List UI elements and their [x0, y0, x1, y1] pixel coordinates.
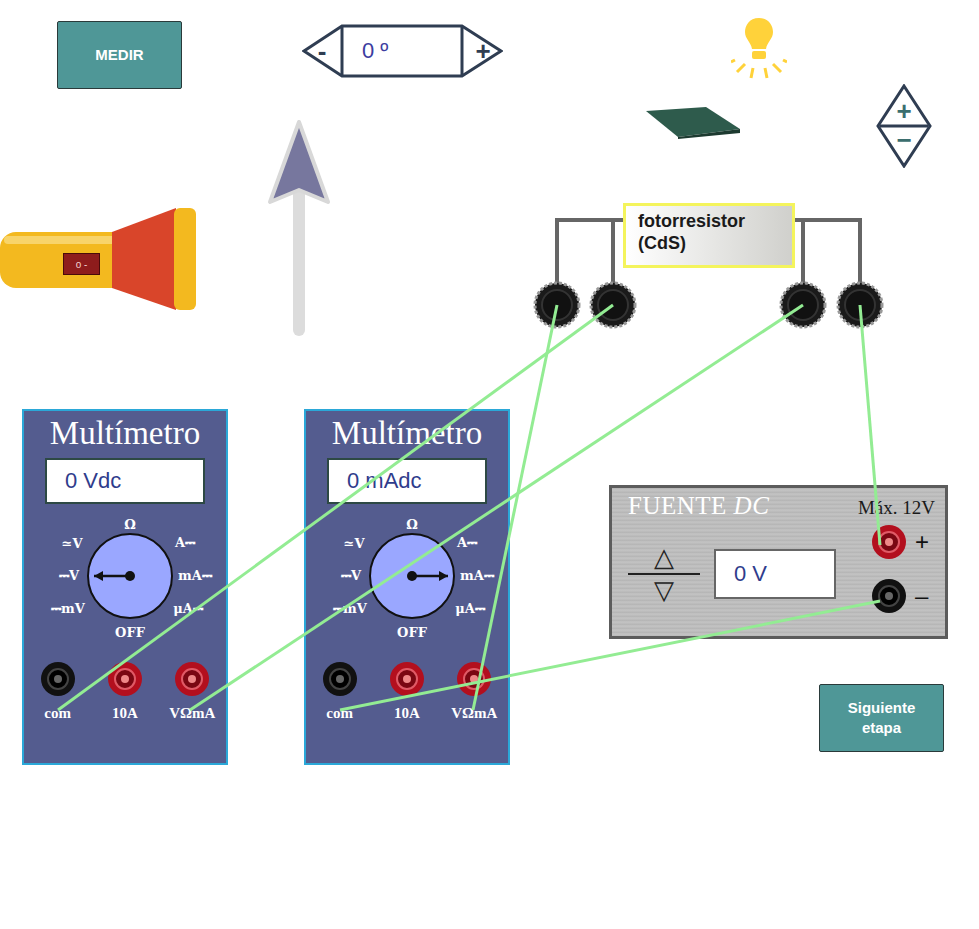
jack: com	[306, 661, 373, 722]
power-supply-title: FUENTE DC	[628, 492, 769, 520]
negative-label: –	[915, 582, 935, 610]
power-supply: FUENTE DC Máx. 12V △ ▽ 0 V + –	[609, 485, 948, 639]
voltage-down-button[interactable]: ▽	[654, 577, 674, 604]
lamp-plus-button[interactable]: +	[876, 98, 932, 124]
dial-knob-icon[interactable]	[364, 528, 460, 624]
jack-socket-icon[interactable]	[456, 661, 492, 697]
jack: 10A	[373, 661, 440, 722]
jack-socket-icon[interactable]	[322, 661, 358, 697]
jack: 10A	[91, 661, 158, 722]
measure-button[interactable]: MEDIR	[57, 21, 182, 89]
lamp-minus-button[interactable]: −	[876, 127, 932, 153]
jack-label: com	[44, 705, 71, 722]
jack-row: com 10A VΩmA	[24, 661, 226, 722]
angle-frame-icon	[302, 23, 503, 79]
power-supply-display: 0 V	[714, 549, 836, 599]
jack: VΩmA	[441, 661, 508, 722]
dial-position[interactable]: A⎓	[457, 535, 477, 551]
flashlight-switch[interactable]: o -	[63, 253, 100, 275]
dial-position[interactable]: A⎓	[175, 535, 195, 551]
multimeter-title: Multímetro	[50, 415, 200, 451]
multimeter: Multímetro 0 Vdc Ω A⎓ mA⎓ μA⎓ OFF ⎓mV ⎓V ≃V com 10A…	[22, 409, 228, 765]
negative-terminal-icon[interactable]	[871, 578, 907, 614]
wires	[0, 0, 979, 929]
dial-position[interactable]: μA⎓	[455, 601, 485, 617]
angle-control: -0 º+	[302, 23, 503, 79]
angle-minus-button[interactable]: -	[302, 36, 342, 67]
dial-position[interactable]: OFF	[397, 625, 427, 640]
photoresistor-terminal-icon[interactable]	[591, 283, 635, 327]
jack-socket-icon[interactable]	[40, 661, 76, 697]
dial-position[interactable]: ⎓mV	[51, 601, 85, 617]
dial-position[interactable]: Ω	[124, 517, 136, 532]
diamond-frame-icon	[876, 84, 932, 168]
jack-label: 10A	[112, 705, 138, 722]
dial-knob-icon[interactable]	[82, 528, 178, 624]
dial-area: Ω A⎓ mA⎓ μA⎓ OFF ⎓mV ⎓V ≃V	[306, 510, 508, 655]
wire[interactable]	[860, 305, 880, 545]
voltage-up-button[interactable]: △	[654, 544, 674, 571]
lab-bench: MEDIR-0 º+o -+−fotorresistor(CdS)Multíme…	[0, 0, 979, 929]
wire[interactable]	[340, 601, 880, 710]
flashlight[interactable]: o -	[0, 206, 200, 312]
jack-socket-icon[interactable]	[107, 661, 143, 697]
dial-position[interactable]: ≃V	[62, 536, 83, 551]
light-bulb-icon	[731, 16, 787, 82]
dial-position[interactable]: ≃V	[344, 536, 365, 551]
multimeter-display: 0 Vdc	[45, 458, 205, 504]
dial-position[interactable]: μA⎓	[173, 601, 203, 617]
jack-socket-icon[interactable]	[389, 661, 425, 697]
jack-row: com 10A VΩmA	[306, 661, 508, 722]
photoresistor-terminal-icon[interactable]	[781, 283, 825, 327]
light-shade-icon[interactable]	[644, 105, 742, 139]
photoresistor: fotorresistor(CdS)	[623, 203, 795, 268]
dial-position[interactable]: ⎓mV	[333, 601, 367, 617]
jack-label: VΩmA	[169, 705, 215, 722]
photoresistor-terminal-icon[interactable]	[535, 283, 579, 327]
jack-label: com	[326, 705, 353, 722]
jack-label: VΩmA	[451, 705, 497, 722]
wire[interactable]	[190, 305, 803, 710]
dial-position[interactable]: ⎓V	[341, 568, 361, 584]
multimeter: Multímetro 0 mAdc Ω A⎓ mA⎓ μA⎓ OFF ⎓mV ⎓V ≃V com 10…	[304, 409, 510, 765]
dial-position[interactable]: mA⎓	[460, 568, 494, 584]
dial-position[interactable]: ⎓V	[59, 568, 79, 584]
positive-label: +	[915, 528, 935, 556]
next-stage-button[interactable]: Siguiente etapa	[819, 684, 944, 752]
jack-socket-icon[interactable]	[174, 661, 210, 697]
direction-arrow-icon	[266, 118, 334, 340]
dial-position[interactable]: mA⎓	[178, 568, 212, 584]
jack-label: 10A	[394, 705, 420, 722]
power-supply-max: Máx. 12V	[858, 497, 935, 519]
lamp-intensity-control: +−	[876, 84, 932, 168]
angle-value: 0 º	[342, 38, 463, 64]
wire[interactable]	[473, 305, 557, 710]
positive-terminal-icon[interactable]	[871, 524, 907, 560]
multimeter-title: Multímetro	[332, 415, 482, 451]
jack: com	[24, 661, 91, 722]
multimeter-display: 0 mAdc	[327, 458, 487, 504]
flashlight-icon	[0, 206, 200, 312]
wire[interactable]	[58, 305, 613, 710]
dial-position[interactable]: OFF	[115, 625, 145, 640]
dial-position[interactable]: Ω	[406, 517, 418, 532]
jack: VΩmA	[159, 661, 226, 722]
angle-plus-button[interactable]: +	[463, 36, 503, 67]
dial-area: Ω A⎓ mA⎓ μA⎓ OFF ⎓mV ⎓V ≃V	[24, 510, 226, 655]
photoresistor-terminal-icon[interactable]	[838, 283, 882, 327]
